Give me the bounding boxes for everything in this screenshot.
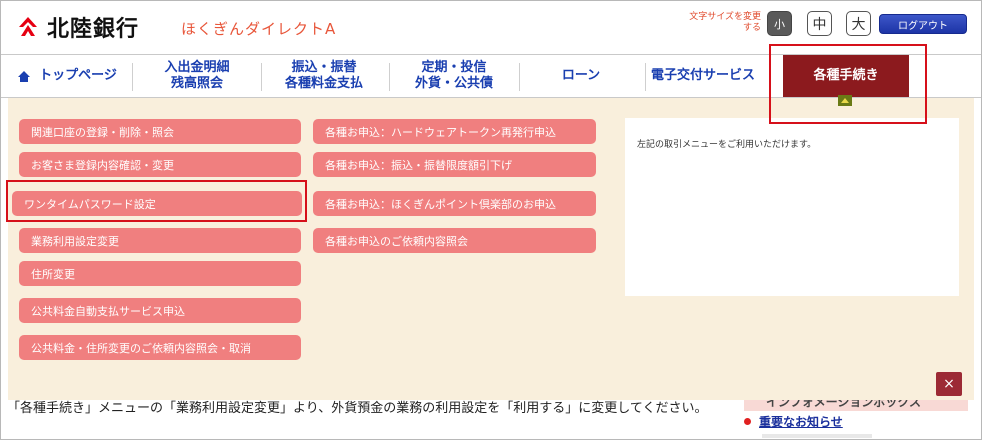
nav-separator <box>519 63 520 91</box>
service-name: ほくぎんダイレクトA <box>181 20 337 38</box>
nav-electronic-delivery[interactable]: 電子交付サービス <box>649 55 779 97</box>
info-box-header-label: インフォメーションボックス <box>766 400 922 409</box>
info-box: 左記の取引メニューをご利用いただけます。 <box>625 118 959 296</box>
important-news-link[interactable]: 重要なお知らせ <box>744 413 843 430</box>
menu-utility-auto-payment[interactable]: 公共料金自動支払サービス申込 <box>19 298 301 323</box>
highlight-one-time-password <box>6 180 307 222</box>
info-text: 左記の取引メニューをご利用いただけます。 <box>637 140 817 150</box>
menu-linked-accounts[interactable]: 関連口座の登録・削除・照会 <box>19 119 301 144</box>
font-size-large-button[interactable]: 大 <box>846 11 871 36</box>
menu-request-inquiry[interactable]: 公共料金・住所変更のご依頼内容照会・取消 <box>19 335 301 360</box>
font-size-medium-button[interactable]: 中 <box>807 11 832 36</box>
nav-statements-line2: 残高照会 <box>170 76 223 91</box>
font-size-small-button[interactable]: 小 <box>767 11 792 36</box>
nav-top-page-label: トップページ <box>39 68 117 83</box>
nav-deposits-line1: 定期・投信 <box>421 60 487 75</box>
nav-statements[interactable]: 入出金明細 残高照会 <box>137 55 257 97</box>
bank-name: 北陸銀行 <box>47 17 140 42</box>
bank-logo[interactable]: 北陸銀行 <box>15 11 139 43</box>
nav-separator <box>389 63 390 91</box>
nav-separator <box>645 63 646 91</box>
menu-business-settings[interactable]: 業務利用設定変更 <box>19 228 301 253</box>
nav-loan[interactable]: ローン <box>521 55 641 97</box>
nav-top-page[interactable]: トップページ <box>7 55 127 97</box>
font-size-label: 文字サイズを変更する <box>689 12 761 33</box>
info-box-header: インフォメーションボックス <box>744 400 968 411</box>
menu-limit-reduction[interactable]: 各種お申込：振込・振替限度額引下げ <box>313 152 596 177</box>
menu-point-club[interactable]: 各種お申込：ほくぎんポイント倶楽部のお申込 <box>313 191 596 216</box>
close-button[interactable]: × <box>936 372 962 396</box>
nav-deposits-line2: 外貨・公共債 <box>414 76 493 91</box>
header: 北陸銀行 ほくぎんダイレクトA 文字サイズを変更する 小 中 大 ログアウト <box>1 1 981 49</box>
instruction-text: 「各種手続き」メニューの「業務利用設定変更」より、外貨預金の業務の利用設定を「利… <box>7 401 708 416</box>
nav-transfers-line1: 振込・振替 <box>291 60 357 75</box>
highlight-procedures-tab <box>769 44 927 124</box>
bullet-icon <box>744 418 751 425</box>
nav-transfers-line2: 各種料金支払 <box>284 76 363 91</box>
faded-text-line <box>762 434 872 438</box>
nav-separator <box>132 63 133 91</box>
nav-transfers[interactable]: 振込・振替 各種料金支払 <box>263 55 385 97</box>
menu-token-reissue[interactable]: 各種お申込：ハードウェアトークン再発行申込 <box>313 119 596 144</box>
menu-customer-info[interactable]: お客さま登録内容確認・変更 <box>19 152 301 177</box>
nav-deposits[interactable]: 定期・投信 外貨・公共債 <box>393 55 515 97</box>
nav-statements-line1: 入出金明細 <box>164 60 230 75</box>
nav-separator <box>261 63 262 91</box>
close-icon: × <box>943 376 955 392</box>
bank-logo-icon <box>15 14 41 40</box>
important-news-label: 重要なお知らせ <box>759 415 843 429</box>
logout-button[interactable]: ログアウト <box>879 14 967 34</box>
nav-electronic-delivery-label: 電子交付サービス <box>651 68 756 83</box>
menu-application-inquiry[interactable]: 各種お申込のご依頼内容照会 <box>313 228 596 253</box>
nav-loan-label: ローン <box>561 68 601 83</box>
menu-address-change[interactable]: 住所変更 <box>19 261 301 286</box>
home-icon <box>17 70 31 83</box>
